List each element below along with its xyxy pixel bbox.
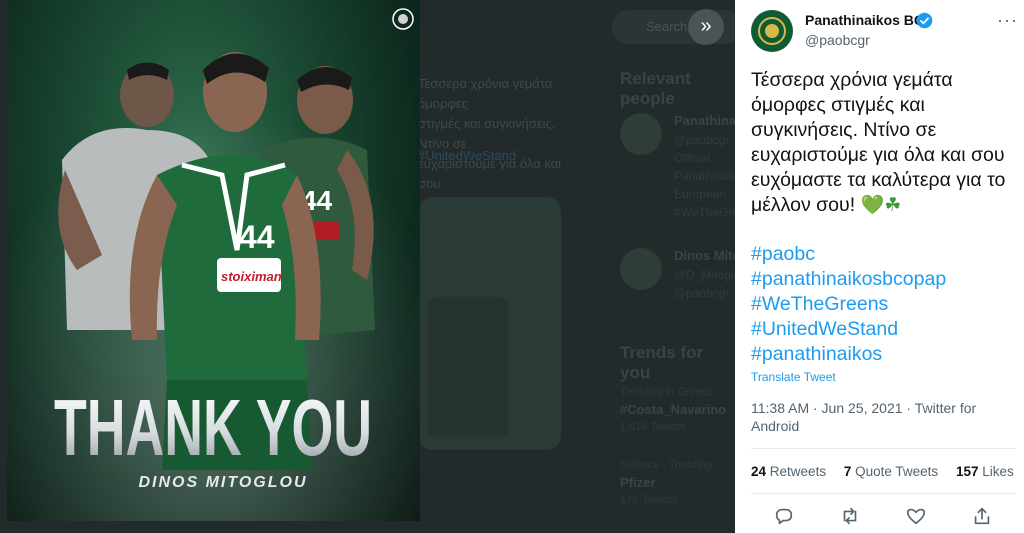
relevant-person-bio: @paobcgr: [674, 286, 730, 300]
hashtag-link[interactable]: #WeTheGreens: [751, 292, 1019, 317]
poster-artwork: 44 44 stoiximan THANK YOU DINOS MITOGLOU: [7, 0, 420, 521]
trend-context: Science · Trending: [620, 459, 712, 471]
relevant-person-handle: @paobcgr: [674, 133, 730, 147]
background-media-thumbnail: [418, 197, 561, 450]
relevant-person-bio: Official: [674, 151, 711, 165]
relevant-person-name: Dinos Mitoglou: [674, 248, 735, 263]
shamrock-emoji: ☘: [884, 195, 902, 216]
relevant-person-name: Panathinaikos BC: [674, 113, 735, 128]
relevant-people-title: Relevant people: [620, 69, 691, 108]
more-icon[interactable]: ···: [997, 10, 1018, 31]
hashtag-link[interactable]: #UnitedWeStand: [751, 317, 1019, 342]
background-hashtag: #UnitedWeStand: [418, 148, 517, 163]
translate-tweet-link[interactable]: Translate Tweet: [751, 370, 836, 384]
divider: [751, 448, 1016, 449]
quote-tweets-label: Quote Tweets: [855, 464, 939, 479]
hashtag-link[interactable]: #panathinaikos: [751, 342, 1019, 367]
relevant-person-avatar: [620, 248, 662, 290]
hashtag-link[interactable]: #panathinaikosbcopap: [751, 267, 1019, 292]
like-icon[interactable]: [905, 505, 927, 527]
club-logo-icon: [752, 11, 792, 51]
divider: [751, 493, 1016, 494]
trend-name: #Costa_Navarino: [620, 402, 727, 417]
tweet-panel: Panathinaikos BC @paobcgr ··· Τέσσερα χρ…: [735, 0, 1024, 533]
tweet-actions: [773, 505, 1003, 527]
relevant-person: Panathinaikos BC @paobcgr Official Panat…: [620, 113, 735, 223]
retweet-icon[interactable]: [839, 505, 861, 527]
media-image[interactable]: 44 44 stoiximan THANK YOU DINOS MITOGLOU: [7, 0, 420, 521]
jersey-number: 44: [239, 219, 275, 255]
tweet-timestamp[interactable]: 11:38 AM · Jun 25, 2021 · Twitter for An…: [751, 399, 1001, 435]
green-heart-emoji: 💚: [860, 195, 885, 216]
background-tweet-line: Τέσσερα χρόνια γεμάτα όμορφες: [418, 76, 553, 111]
trend-context: Trending in Greece: [620, 386, 714, 398]
user-handle[interactable]: @paobcgr: [805, 32, 870, 48]
likes-label: Likes: [982, 464, 1014, 479]
hashtag-list: #paobc #panathinaikosbcopap #WeTheGreens…: [751, 242, 1019, 367]
trends-title: Trends for you: [620, 343, 704, 382]
tweet-body: Τέσσερα χρόνια γεμάτα όμορφες στιγμές κα…: [751, 69, 1006, 216]
verified-badge-icon: [916, 12, 933, 29]
relevant-person-bio: European: [674, 187, 727, 201]
likes-stat[interactable]: 157 Likes: [956, 464, 1014, 479]
expand-button[interactable]: »: [688, 9, 724, 45]
trend-count: 1,616 Tweets: [620, 421, 686, 433]
trend-name: Pfizer: [620, 475, 656, 490]
relevant-person-bio: Panathinaikos: [674, 169, 735, 183]
background-tweet-text: Τέσσερα χρόνια γεμάτα όμορφες στιγμές κα…: [418, 74, 578, 194]
retweets-label: Retweets: [769, 464, 827, 479]
expand-icon: »: [700, 15, 712, 37]
relevant-person: Dinos Mitoglou @D_Mitoglou @paobcgr: [620, 248, 735, 300]
background-media-inner: [428, 297, 508, 437]
reply-icon[interactable]: [773, 505, 795, 527]
hashtag-link[interactable]: #paobc: [751, 242, 1019, 267]
relevant-person-bio: #WeTheGreens: [674, 205, 735, 219]
relevant-person-avatar: [620, 113, 662, 155]
quote-tweets-count: 7: [843, 464, 852, 479]
tweet-text: Τέσσερα χρόνια γεμάτα όμορφες στιγμές κα…: [751, 68, 1019, 218]
quote-tweets-stat[interactable]: 7 Quote Tweets: [844, 464, 938, 479]
trend-item: Trending in Greece #Costa_Navarino 1,616…: [620, 386, 735, 433]
likes-count: 157: [955, 464, 979, 479]
display-name[interactable]: Panathinaikos BC: [805, 12, 924, 28]
poster-player-name: DINOS MITOGLOU: [138, 474, 307, 491]
trend-count: 17K Tweets: [620, 494, 678, 506]
trend-item: Science · Trending Pfizer 17K Tweets: [620, 459, 735, 506]
tweet-stats: 24 Retweets 7 Quote Tweets 157 Likes: [751, 464, 1021, 479]
share-icon[interactable]: [971, 505, 993, 527]
retweets-stat[interactable]: 24 Retweets: [751, 464, 826, 479]
poster-headline: THANK YOU: [54, 383, 372, 472]
retweets-count: 24: [751, 464, 767, 479]
sponsor-text: stoiximan: [221, 269, 282, 284]
avatar[interactable]: [751, 10, 793, 52]
relevant-person-handle: @D_Mitoglou: [674, 268, 735, 282]
